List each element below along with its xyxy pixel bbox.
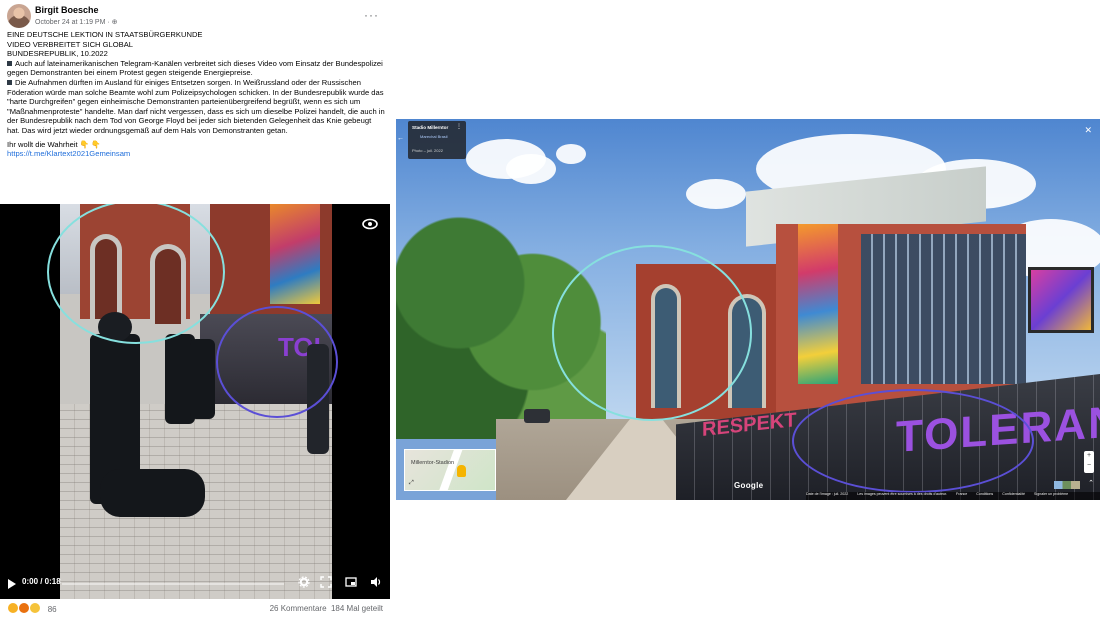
post-stats: 26 Kommentare 184 Mal geteilt [270, 604, 383, 613]
closing-text: Ihr wollt die Wahrheit [7, 139, 78, 149]
post-header: Birgit Boesche October 24 at 1:19 PM · ⊕… [7, 4, 383, 30]
more-options-icon[interactable]: ··· [364, 8, 379, 22]
report-problem-link[interactable]: Signaler un problème [1034, 492, 1068, 496]
street-view-panorama[interactable]: RESPEKT TOLERANT ← Stadio Millerntor ⋮ M… [396, 119, 1100, 500]
author-name[interactable]: Birgit Boesche [35, 5, 99, 15]
paragraph-text: Auch auf lateinamerikanischen Telegram-K… [7, 58, 383, 78]
fullscreen-icon[interactable] [320, 576, 332, 588]
zoom-control[interactable]: + − [1084, 451, 1094, 473]
shares-count[interactable]: 184 Mal geteilt [331, 604, 383, 613]
back-arrow-icon[interactable]: ← [397, 135, 404, 142]
avatar[interactable] [7, 4, 31, 28]
picture-in-picture-icon[interactable] [345, 576, 357, 588]
post-meta: October 24 at 1:19 PM · ⊕ [35, 19, 118, 26]
minimap[interactable]: Millerntor-Stadion ⤢ [404, 449, 496, 491]
video-controls: 0:00 / 0:18 [0, 571, 390, 599]
highlight-circle-wall [216, 306, 338, 418]
image-date: Date de l'image : juil. 2022 [806, 492, 849, 496]
imagery-thumbnails[interactable] [1054, 481, 1080, 489]
post-line: BUNDESREPUBLIK, 10.2022 [7, 49, 108, 59]
angry-reaction-icon [18, 602, 31, 614]
wow-reaction-icon [29, 602, 42, 614]
place-title: Stadio Millerntor [412, 125, 449, 130]
place-info-card[interactable]: Stadio Millerntor ⋮ Marechal Brasil Phot… [408, 121, 466, 159]
square-bullet-icon [7, 60, 12, 66]
sad-reaction-icon [7, 602, 19, 614]
post-paragraph: Auch auf lateinamerikanischen Telegram-K… [7, 59, 385, 78]
globe-icon: ⊕ [111, 19, 118, 26]
post-body: EINE DEUTSCHE LEKTION IN STAATSBÜRGERKUN… [7, 30, 385, 159]
highlight-circle-building [47, 204, 225, 344]
pointing-down-emoji: 👇 👇 [79, 139, 101, 149]
post-line: VIDEO VERBREITET SICH GLOBAL [7, 39, 134, 49]
privacy-link[interactable]: Confidentialité [1002, 492, 1025, 496]
parked-car [524, 409, 550, 423]
terms-link[interactable]: Conditions [976, 492, 993, 496]
highlight-circle-fence [792, 389, 1034, 493]
compass-icon[interactable]: ⌃ [1088, 479, 1094, 487]
close-icon[interactable]: ✕ [1084, 125, 1092, 136]
volume-icon[interactable] [370, 576, 382, 588]
attribution-bar: Date de l'image : juil. 2022 Les images … [806, 492, 1100, 500]
paragraph-text: Die Aufnahmen dürften im Ausland für ein… [7, 77, 385, 135]
post-footer: 86 26 Kommentare 184 Mal geteilt [7, 602, 383, 616]
eye-icon[interactable] [362, 218, 378, 230]
facebook-post: Birgit Boesche October 24 at 1:19 PM · ⊕… [0, 0, 390, 619]
telegram-link[interactable]: https://t.me/Klartext2021Gemeinsam [7, 149, 130, 158]
comments-count[interactable]: 26 Kommentare [270, 604, 327, 613]
minimap-label: Millerntor-Stadion [411, 460, 455, 466]
place-subtitle[interactable]: Marechal Brasil [420, 134, 448, 139]
play-icon[interactable] [8, 579, 16, 589]
reaction-count: 86 [47, 605, 57, 614]
highlight-circle-arches [552, 245, 752, 421]
settings-gear-icon[interactable] [298, 576, 310, 588]
billboard [1028, 267, 1094, 333]
post-closing: Ihr wollt die Wahrheit 👇 👇 [7, 140, 385, 150]
reactions[interactable]: 86 [7, 602, 57, 614]
country-link[interactable]: France [956, 492, 967, 496]
square-bullet-icon [7, 79, 12, 85]
post-paragraph: Die Aufnahmen dürften im Ausland für ein… [7, 78, 385, 136]
photo-date: Photo – juil. 2022 [412, 148, 443, 153]
post-line: EINE DEUTSCHE LEKTION IN STAATSBÜRGERKUN… [7, 30, 203, 39]
more-vertical-icon[interactable]: ⋮ [456, 123, 462, 130]
copyright-note: Les images peuvent être soumises à des d… [857, 492, 948, 496]
expand-icon[interactable]: ⤢ [409, 480, 414, 487]
video-player[interactable]: TOL 0:00 / 0:18 [0, 204, 390, 599]
video-progress-bar[interactable] [62, 583, 284, 585]
google-logo: Google [734, 481, 764, 490]
video-time: 0:00 / 0:18 [22, 577, 61, 586]
pegman-icon[interactable] [457, 465, 466, 477]
post-timestamp[interactable]: October 24 at 1:19 PM [35, 19, 105, 26]
